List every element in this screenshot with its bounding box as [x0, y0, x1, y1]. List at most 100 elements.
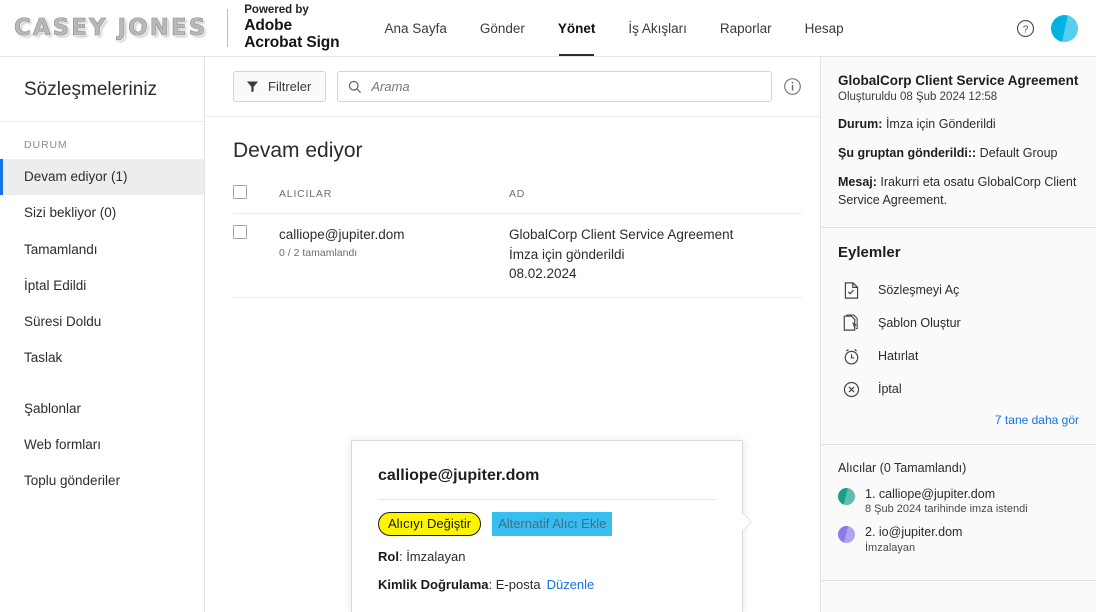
main-nav: Ana Sayfa Gönder Yönet İş Akışları Rapor…: [370, 0, 859, 56]
funnel-icon: [246, 81, 259, 93]
search-icon: [349, 80, 362, 93]
filter-button-label: Filtreler: [268, 79, 312, 94]
actions-card: Eylemler Sözleşmeyi Aç Şablon Oluştur Ha…: [821, 227, 1096, 445]
row-recipient-progress: 0 / 2 tamamlandı: [279, 246, 358, 259]
document-check-icon: [844, 281, 859, 299]
details-status-key: Durum:: [838, 117, 883, 131]
add-alternate-recipient-button[interactable]: Alternatif Alıcı Ekle: [492, 512, 613, 536]
recipient-avatar-1: [838, 487, 855, 505]
action-create-template[interactable]: Şablon Oluştur: [838, 307, 1079, 340]
nav-item-yonet[interactable]: Yönet: [543, 0, 611, 56]
row-agreement-name: GlobalCorp Client Service Agreement: [509, 227, 734, 242]
popup-separator: [378, 499, 716, 500]
recipient-item[interactable]: 1. calliope@jupiter.dom 8 Şub 2024 tarih…: [838, 486, 1079, 516]
recipient-avatar-2: [838, 526, 855, 544]
sidebar-section-durum: DURUM: [24, 139, 68, 151]
filter-button[interactable]: Filtreler: [233, 71, 327, 102]
recipient-item[interactable]: 2. io@jupiter.dom İmzalayan: [838, 524, 1079, 554]
popup-auth-key: Kimlik Doğrulama: [378, 576, 489, 592]
powered-by-label: Powered by: [244, 4, 309, 17]
details-group-key: Şu gruptan gönderildi::: [838, 146, 977, 161]
table-row[interactable]: calliope@jupiter.dom 0 / 2 tamamlandı Gl…: [233, 213, 802, 298]
recipient-status-2: İmzalayan: [865, 542, 916, 555]
casey-jones-logo: CASEY JONES: [14, 15, 208, 42]
top-bar: CASEY JONES Powered by Adobe Acrobat Sig…: [0, 0, 1096, 57]
sidebar-item-web-formlari[interactable]: Web formları: [0, 427, 204, 463]
recipient-status-1: 8 Şub 2024 tarihinde imza istendi: [865, 503, 1028, 516]
nav-item-raporlar[interactable]: Raporlar: [705, 0, 787, 56]
details-group-row: Şu gruptan gönderildi:: Default Group: [838, 144, 1079, 162]
nav-item-gonder[interactable]: Gönder: [465, 0, 540, 56]
nav-item-hesap[interactable]: Hesap: [790, 0, 859, 56]
nav-item-ana-sayfa[interactable]: Ana Sayfa: [370, 0, 462, 56]
alarm-clock-icon: [844, 348, 859, 365]
row-agreement-status: İmza için gönderildi: [509, 246, 625, 262]
sidebar-item-devam-ediyor[interactable]: Devam ediyor (1): [0, 159, 204, 196]
adobe-label: Adobe: [244, 17, 292, 35]
column-header-ad: AD: [509, 185, 802, 214]
details-status-row: Durum: İmza için Gönderildi: [838, 115, 1079, 133]
details-created: Oluşturuldu 08 Şub 2024 12:58: [838, 91, 998, 103]
sidebar-item-sizi-bekliyor[interactable]: Sizi bekliyor (0): [0, 195, 204, 231]
details-title: GlobalCorp Client Service Agreement: [838, 73, 1079, 88]
template-cursor-icon: [843, 314, 858, 331]
sidebar-item-toplu-gonderiler[interactable]: Toplu gönderiler: [0, 463, 204, 499]
recipient-text-2: 2. io@jupiter.dom İmzalayan: [865, 524, 962, 554]
details-group-value: Default Group: [979, 146, 1058, 161]
popup-edit-link[interactable]: Düzenle: [547, 577, 595, 592]
brand: CASEY JONES Powered by Adobe Acrobat Sig…: [14, 0, 340, 56]
action-cancel-label: İptal: [878, 382, 902, 396]
action-cancel[interactable]: İptal: [838, 373, 1079, 406]
agreements-table: ALICILAR AD calliope@jupiter.dom 0 / 2 t…: [233, 185, 802, 298]
search-input[interactable]: [371, 72, 761, 101]
recipient-text-1: 1. calliope@jupiter.dom 8 Şub 2024 tarih…: [865, 486, 1028, 516]
acrobat-sign-label: Acrobat Sign: [244, 34, 340, 52]
popup-email: calliope@jupiter.dom: [378, 467, 540, 484]
svg-text:?: ?: [1023, 24, 1029, 35]
select-all-header: [233, 185, 279, 214]
popup-auth-row: Kimlik Doğrulama: E-posta Düzenle: [378, 576, 595, 592]
column-header-alicilar: ALICILAR: [279, 185, 509, 214]
popup-role-key: Rol: [378, 548, 399, 564]
agreement-details-card: GlobalCorp Client Service Agreement Oluş…: [821, 57, 1096, 228]
popup-role-row: Rol: İmzalayan: [378, 548, 466, 564]
info-circle-icon[interactable]: [783, 77, 802, 96]
recipient-popup: calliope@jupiter.dom Alıcıyı Değiştir Al…: [351, 440, 751, 612]
sidebar-item-taslak[interactable]: Taslak: [0, 340, 204, 376]
see-more-actions-link[interactable]: 7 tane daha gör: [838, 406, 1079, 427]
row-agreement-date: 08.02.2024: [509, 266, 577, 282]
popup-auth-value: E-posta: [495, 576, 541, 592]
recipient-name-2: 2. io@jupiter.dom: [865, 525, 963, 540]
details-panel: GlobalCorp Client Service Agreement Oluş…: [820, 57, 1096, 612]
nav-item-is-akislari[interactable]: İş Akışları: [613, 0, 702, 56]
action-open-agreement-label: Sözleşmeyi Aç: [878, 283, 960, 297]
action-open-agreement[interactable]: Sözleşmeyi Aç: [838, 274, 1079, 307]
question-mark-circle-icon[interactable]: ?: [1016, 19, 1035, 38]
recipient-name-1: 1. calliope@jupiter.dom: [865, 486, 996, 501]
row-checkbox[interactable]: [233, 225, 247, 239]
circle-x-icon: [843, 381, 860, 397]
details-message-row: Mesaj: Irakurri eta osatu GlobalCorp Cli…: [838, 173, 1079, 209]
search-box[interactable]: [337, 71, 772, 102]
sidebar-item-iptal-edildi[interactable]: İptal Edildi: [0, 268, 204, 304]
user-avatar[interactable]: [1051, 14, 1078, 42]
powered-by-adobe: Powered by Adobe Acrobat Sign: [244, 4, 339, 52]
sidebar-divider-gap: [0, 377, 204, 391]
popup-role-value: İmzalayan: [406, 548, 466, 564]
sidebar-title: Sözleşmeleriniz: [0, 57, 204, 122]
actions-title: Eylemler: [838, 243, 901, 261]
select-all-checkbox[interactable]: [233, 185, 247, 199]
sidebar-item-sablonlar[interactable]: Şablonlar: [0, 391, 204, 427]
row-select-cell: [233, 213, 279, 298]
sidebar: Sözleşmeleriniz DURUM Devam ediyor (1) S…: [0, 57, 205, 612]
brand-divider: [227, 9, 229, 47]
sidebar-item-tamamlandi[interactable]: Tamamlandı: [0, 232, 204, 268]
action-remind-label: Hatırlat: [878, 349, 919, 363]
sidebar-item-suresi-doldu[interactable]: Süresi Doldu: [0, 304, 204, 340]
popup-actions: Alıcıyı Değiştir Alternatif Alıcı Ekle: [378, 512, 716, 536]
recipients-title: Alıcılar (0 Tamamlandı): [838, 460, 967, 475]
action-remind[interactable]: Hatırlat: [838, 340, 1079, 373]
change-recipient-button[interactable]: Alıcıyı Değiştir: [378, 512, 482, 536]
row-name-cell: GlobalCorp Client Service Agreement İmza…: [509, 213, 802, 298]
top-bar-right: ?: [1016, 14, 1078, 42]
